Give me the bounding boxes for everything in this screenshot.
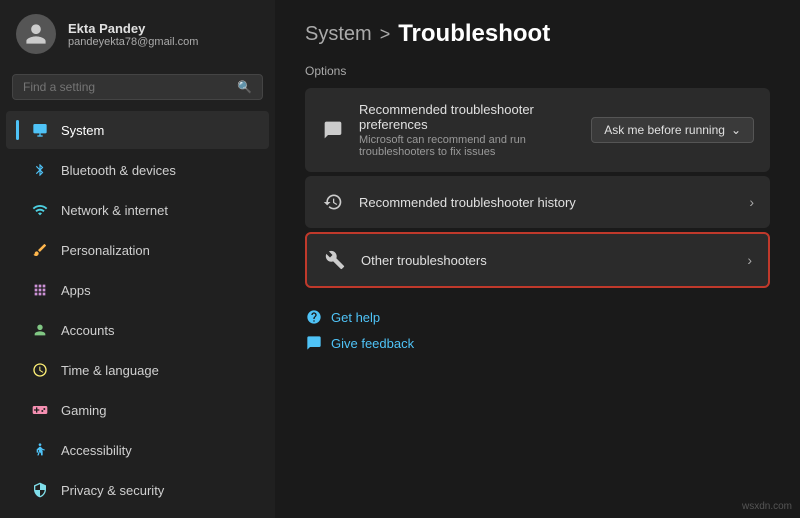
search-box[interactable]: 🔍 (12, 74, 263, 100)
sidebar-item-label-network: Network & internet (61, 203, 168, 218)
sidebar-item-label-apps: Apps (61, 283, 91, 298)
gaming-icon (31, 401, 49, 419)
option-action-other: › (747, 252, 752, 268)
dropdown-chevron-icon: ⌄ (731, 123, 741, 137)
sidebar-item-label-privacy: Privacy & security (61, 483, 164, 498)
sidebar-item-label-gaming: Gaming (61, 403, 107, 418)
options-list: Recommended troubleshooter preferences M… (305, 88, 770, 288)
sidebar-item-bluetooth[interactable]: Bluetooth & devices (6, 151, 269, 189)
option-text-history: Recommended troubleshooter history (359, 195, 735, 210)
search-container: 🔍 (0, 68, 275, 110)
sidebar-item-privacy[interactable]: Privacy & security (6, 471, 269, 509)
active-indicator (16, 120, 19, 140)
option-action-recommended-prefs: Ask me before running ⌄ (591, 117, 754, 143)
breadcrumb-separator: > (380, 24, 391, 45)
sidebar: Ekta Pandey pandeyekta78@gmail.com 🔍 Sys… (0, 0, 275, 518)
bluetooth-icon (31, 161, 49, 179)
chevron-right-icon-history: › (749, 194, 754, 210)
time-icon (31, 361, 49, 379)
option-title-history: Recommended troubleshooter history (359, 195, 735, 210)
network-icon (31, 201, 49, 219)
wrench-icon (323, 248, 347, 272)
history-icon (321, 190, 345, 214)
user-icon (24, 22, 48, 46)
sidebar-item-personalization[interactable]: Personalization (6, 231, 269, 269)
option-title-other: Other troubleshooters (361, 253, 733, 268)
sidebar-item-system[interactable]: System (6, 111, 269, 149)
links-section: Get help Give feedback (305, 308, 770, 352)
breadcrumb: System > Troubleshoot (305, 20, 770, 48)
accounts-icon (31, 321, 49, 339)
option-recommended-prefs[interactable]: Recommended troubleshooter preferences M… (305, 88, 770, 172)
user-email: pandeyekta78@gmail.com (68, 36, 198, 48)
sidebar-item-label-accessibility: Accessibility (61, 443, 132, 458)
chat-bubble-icon (321, 118, 345, 142)
sidebar-item-label-system: System (61, 123, 104, 138)
option-text-recommended-prefs: Recommended troubleshooter preferences M… (359, 102, 577, 158)
main-content: System > Troubleshoot Options Recommende… (275, 0, 800, 518)
give-feedback-label: Give feedback (331, 336, 414, 351)
get-help-link[interactable]: Get help (305, 308, 770, 326)
option-text-other: Other troubleshooters (361, 253, 733, 268)
user-info: Ekta Pandey pandeyekta78@gmail.com (68, 21, 198, 48)
apps-icon (31, 281, 49, 299)
sidebar-item-time[interactable]: Time & language (6, 351, 269, 389)
option-title-recommended-prefs: Recommended troubleshooter preferences (359, 102, 577, 132)
sidebar-item-label-accounts: Accounts (61, 323, 114, 338)
accessibility-icon (31, 441, 49, 459)
sidebar-item-apps[interactable]: Apps (6, 271, 269, 309)
give-feedback-icon (305, 334, 323, 352)
sidebar-item-label-bluetooth: Bluetooth & devices (61, 163, 176, 178)
option-other-troubleshooters[interactable]: Other troubleshooters › (305, 232, 770, 288)
nav-list: System Bluetooth & devices Network & int… (0, 110, 275, 518)
chevron-right-icon-other: › (747, 252, 752, 268)
give-feedback-link[interactable]: Give feedback (305, 334, 770, 352)
breadcrumb-parent: System (305, 23, 372, 46)
ask-before-running-dropdown[interactable]: Ask me before running ⌄ (591, 117, 754, 143)
breadcrumb-current: Troubleshoot (398, 20, 550, 48)
dropdown-label: Ask me before running (604, 123, 725, 137)
watermark: wsxdn.com (742, 501, 792, 512)
search-icon: 🔍 (237, 80, 252, 94)
sidebar-item-windows-update[interactable]: Windows Update (6, 511, 269, 518)
option-desc-recommended-prefs: Microsoft can recommend and run troubles… (359, 134, 577, 158)
sidebar-item-accounts[interactable]: Accounts (6, 311, 269, 349)
sidebar-item-network[interactable]: Network & internet (6, 191, 269, 229)
system-icon (31, 121, 49, 139)
privacy-icon (31, 481, 49, 499)
section-label: Options (305, 64, 770, 78)
get-help-icon (305, 308, 323, 326)
user-section: Ekta Pandey pandeyekta78@gmail.com (0, 0, 275, 68)
user-name: Ekta Pandey (68, 21, 198, 36)
sidebar-item-label-time: Time & language (61, 363, 159, 378)
search-input[interactable] (23, 80, 229, 94)
option-action-history: › (749, 194, 754, 210)
get-help-label: Get help (331, 310, 380, 325)
sidebar-item-label-personalization: Personalization (61, 243, 150, 258)
personalization-icon (31, 241, 49, 259)
avatar (16, 14, 56, 54)
sidebar-item-accessibility[interactable]: Accessibility (6, 431, 269, 469)
option-recommended-history[interactable]: Recommended troubleshooter history › (305, 176, 770, 228)
sidebar-item-gaming[interactable]: Gaming (6, 391, 269, 429)
